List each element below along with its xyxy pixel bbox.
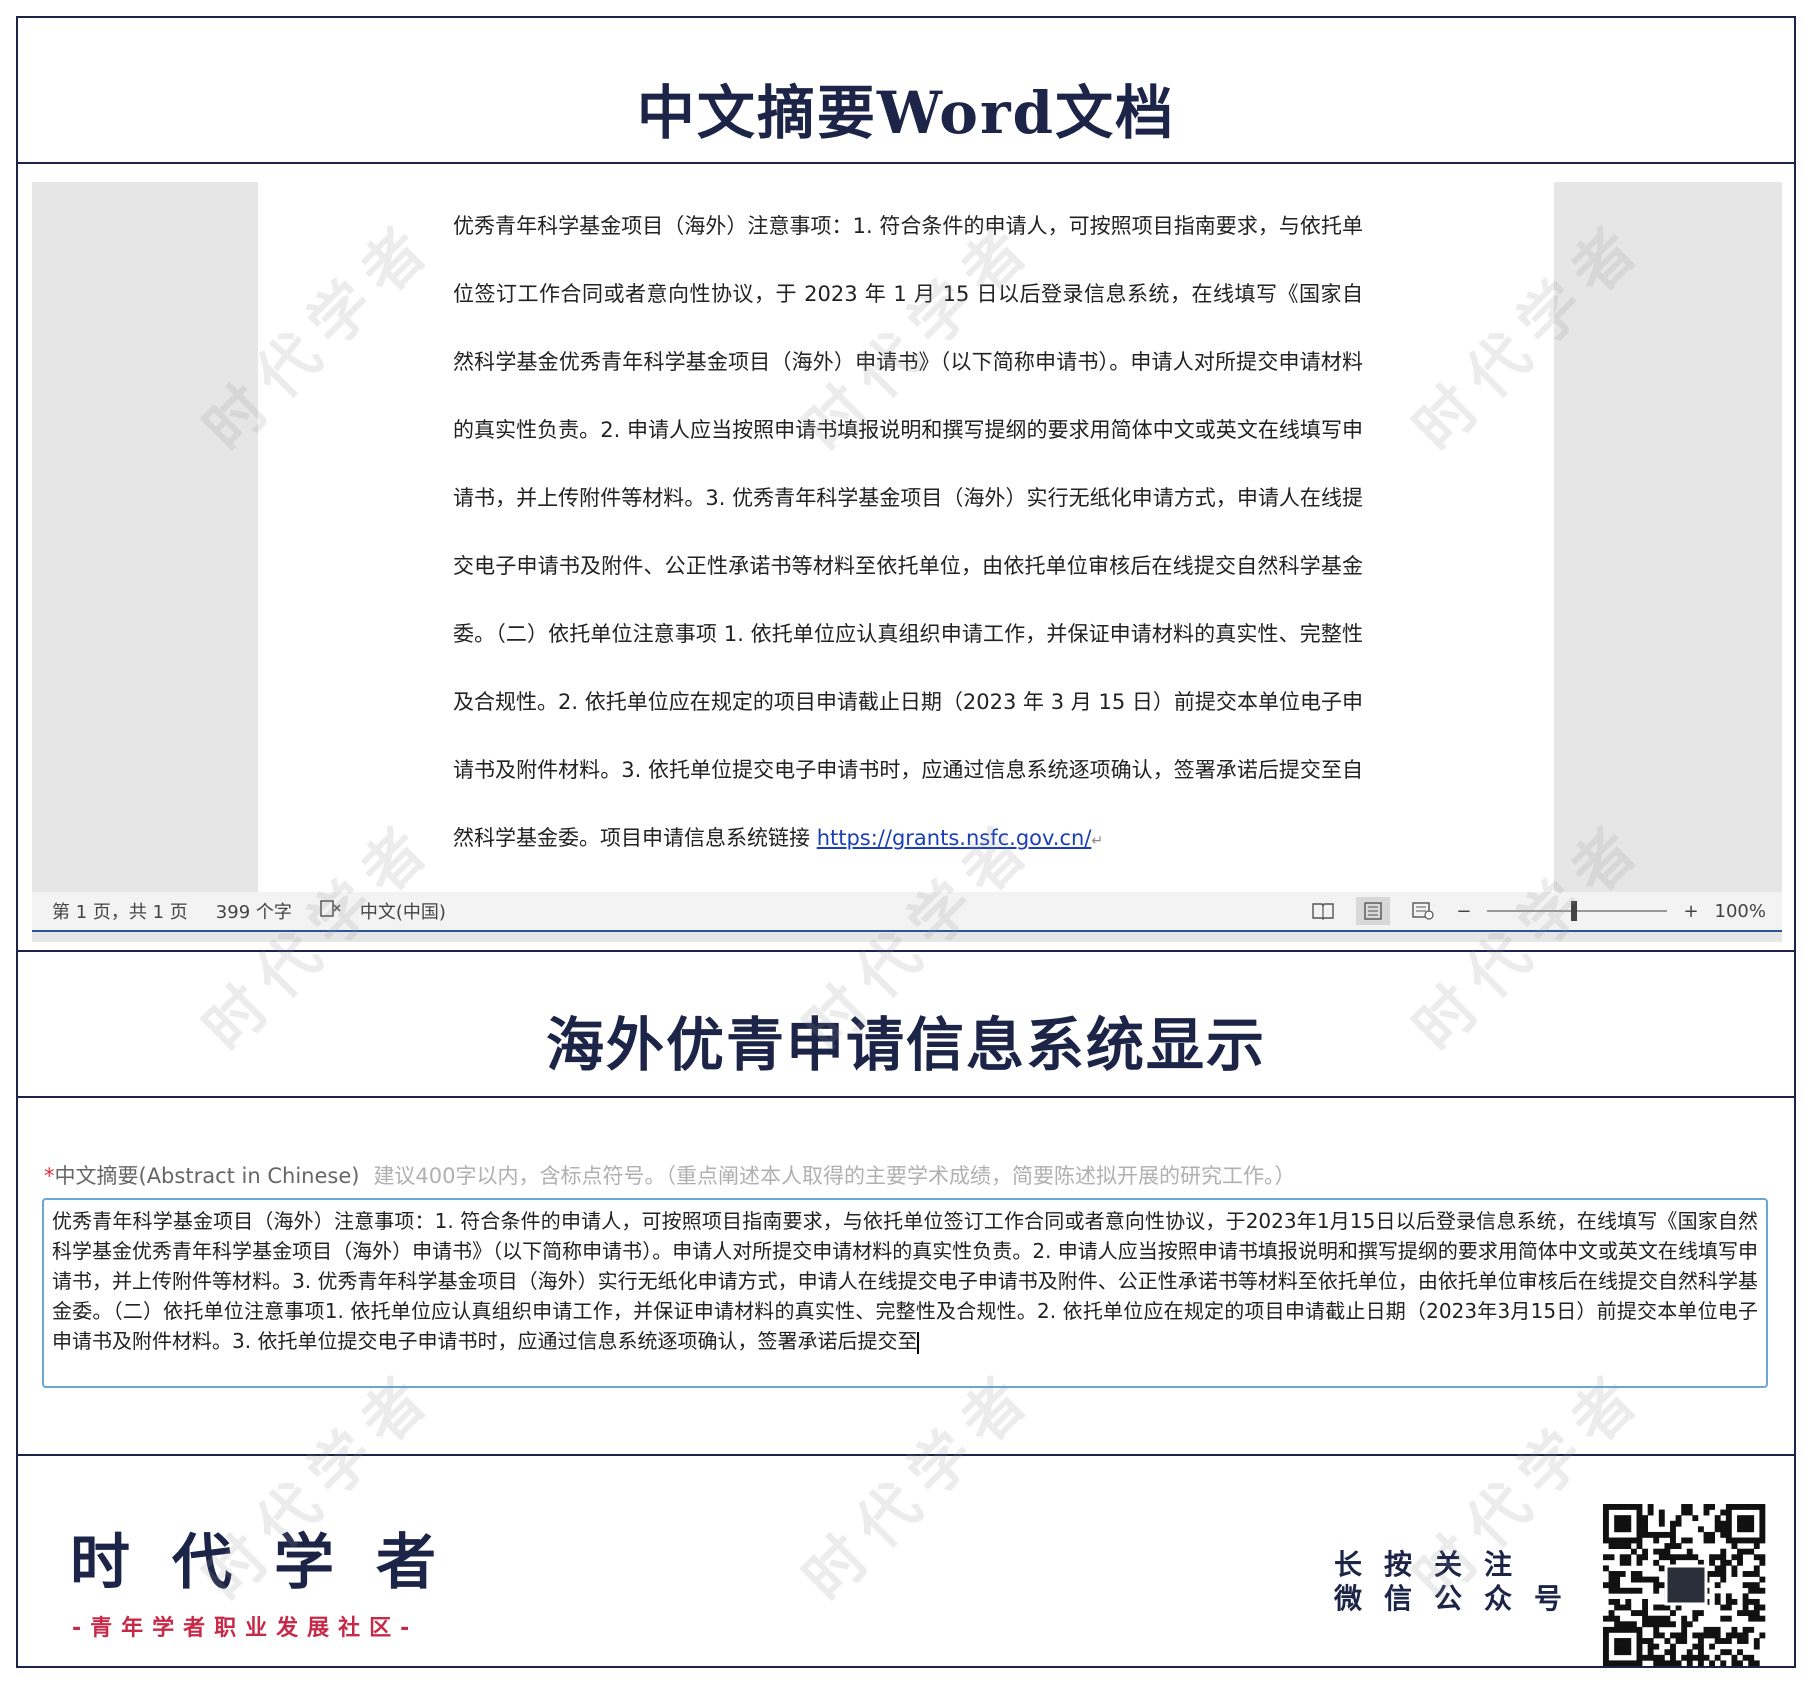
divider — [18, 1454, 1794, 1456]
word-section-title: 中文摘要Word文档 — [636, 79, 1176, 147]
page-count[interactable]: 第 1 页，共 1 页 — [52, 898, 188, 924]
brand-tagline: -青年学者职业发展社区- — [72, 1616, 419, 1641]
proofing-icon[interactable] — [320, 899, 342, 924]
language-indicator[interactable]: 中文(中国) — [360, 898, 446, 924]
follow-line-2: 微信公众号 — [1334, 1582, 1585, 1615]
word-statusbar: 第 1 页，共 1 页 399 个字 中文(中国) − + 100% — [32, 892, 1782, 932]
abstract-hint: 建议400字以内，含标点符号。（重点阐述本人取得的主要学术成绩，简要陈述拟开展的… — [373, 1164, 1296, 1188]
follow-line-1: 长按关注 — [1334, 1548, 1535, 1581]
follow-prompt: 长按关注 微信公众号 — [1334, 1548, 1584, 1616]
print-layout-icon[interactable] — [1356, 897, 1391, 925]
document-page[interactable]: 优秀青年科学基金项目（海外）注意事项：1. 符合条件的申请人，可按照项目指南要求… — [258, 182, 1554, 892]
word-count[interactable]: 399 个字 — [216, 898, 292, 924]
nsfc-link[interactable]: https://grants.nsfc.gov.cn/ — [817, 826, 1092, 850]
word-window: 优秀青年科学基金项目（海外）注意事项：1. 符合条件的申请人，可按照项目指南要求… — [32, 182, 1782, 942]
qr-code-icon[interactable] — [1600, 1504, 1768, 1667]
paragraph-mark: ↵ — [1091, 833, 1104, 849]
zoom-in-button[interactable]: + — [1683, 901, 1698, 922]
text-cursor — [917, 1331, 920, 1354]
divider — [18, 162, 1794, 164]
poster-frame: 中文摘要Word文档 优秀青年科学基金项目（海外）注意事项：1. 符合条件的申请… — [16, 16, 1796, 1668]
read-mode-icon[interactable] — [1306, 897, 1340, 925]
web-layout-icon[interactable] — [1406, 897, 1440, 925]
abstract-textarea[interactable]: 优秀青年科学基金项目（海外）注意事项：1. 符合条件的申请人，可按照项目指南要求… — [42, 1198, 1768, 1388]
divider — [18, 950, 1794, 952]
document-text: 优秀青年科学基金项目（海外）注意事项：1. 符合条件的申请人，可按照项目指南要求… — [453, 214, 1363, 850]
abstract-value: 优秀青年科学基金项目（海外）注意事项：1. 符合条件的申请人，可按照项目指南要求… — [52, 1209, 1758, 1353]
zoom-level[interactable]: 100% — [1715, 901, 1766, 922]
zoom-slider[interactable] — [1487, 901, 1668, 921]
divider — [18, 1096, 1794, 1098]
abstract-label-text: 中文摘要(Abstract in Chinese) — [54, 1164, 360, 1188]
system-section-title: 海外优青申请信息系统显示 — [545, 1011, 1266, 1079]
brand-name: 时代学者 — [70, 1528, 478, 1598]
zoom-out-button[interactable]: − — [1456, 901, 1471, 922]
zoom-slider-thumb[interactable] — [1571, 901, 1578, 921]
abstract-field-label: *中文摘要(Abstract in Chinese) 建议400字以内，含标点符号… — [44, 1160, 1296, 1190]
document-body[interactable]: 优秀青年科学基金项目（海外）注意事项：1. 符合条件的申请人，可按照项目指南要求… — [453, 192, 1363, 875]
required-mark: * — [44, 1164, 55, 1188]
